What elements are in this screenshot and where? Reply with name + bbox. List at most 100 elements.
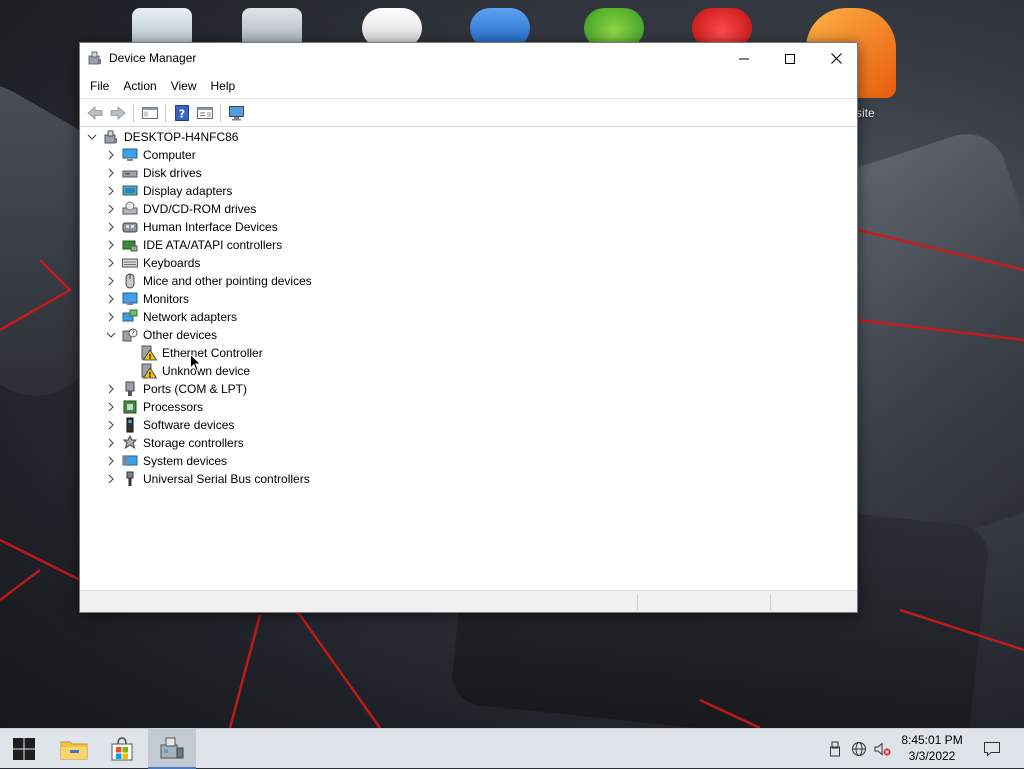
- tree-category[interactable]: System devices: [104, 452, 227, 470]
- chevron-right-icon[interactable]: [104, 290, 118, 308]
- tree-item-label: DESKTOP-H4NFC86: [124, 130, 239, 144]
- properties-button[interactable]: [193, 102, 216, 124]
- chevron-down-icon[interactable]: [85, 128, 99, 146]
- usb-tray-icon[interactable]: [826, 741, 844, 757]
- tree-category[interactable]: Monitors: [104, 290, 189, 308]
- network-adapter-icon: [122, 309, 138, 325]
- show-hide-console-tree-button[interactable]: [138, 102, 161, 124]
- device-manager-window: Device Manager File Action View Help ? D…: [79, 42, 858, 613]
- action-center-button[interactable]: [980, 737, 1004, 761]
- chevron-right-icon[interactable]: [104, 236, 118, 254]
- chevron-right-icon[interactable]: [104, 164, 118, 182]
- display-adapter-icon: [122, 183, 138, 199]
- chevron-right-icon[interactable]: [104, 380, 118, 398]
- chevron-right-icon[interactable]: [104, 182, 118, 200]
- scan-hardware-changes-button[interactable]: [225, 102, 248, 124]
- store-bag-icon: [111, 737, 133, 761]
- tree-category[interactable]: Human Interface Devices: [104, 218, 278, 236]
- back-button[interactable]: [83, 102, 106, 124]
- clock-time: 8:45:01 PM: [901, 733, 963, 747]
- tree-item-label: Monitors: [143, 292, 190, 306]
- tree-item-label: Software devices: [143, 418, 235, 432]
- maximize-button[interactable]: [767, 43, 813, 74]
- close-button[interactable]: [813, 43, 859, 74]
- warning-device-icon: !: [141, 363, 158, 379]
- menu-action[interactable]: Action: [116, 76, 163, 96]
- tree-category[interactable]: ? Other devices: [104, 326, 217, 344]
- tree-item-label: Ports (COM & LPT): [143, 382, 248, 396]
- start-button[interactable]: [0, 729, 48, 769]
- tree-item-label: Keyboards: [143, 256, 201, 270]
- toolbar: ?: [80, 98, 857, 127]
- usb-icon: [122, 471, 138, 487]
- chevron-right-icon[interactable]: [104, 470, 118, 488]
- tree-category[interactable]: Keyboards: [104, 254, 200, 272]
- tree-root-computer[interactable]: DESKTOP-H4NFC86: [85, 128, 238, 146]
- folder-icon: [60, 741, 88, 760]
- system-clock[interactable]: 8:45:01 PM 3/3/2022: [895, 732, 969, 764]
- chevron-right-icon[interactable]: [104, 398, 118, 416]
- tree-category[interactable]: Software devices: [104, 416, 234, 434]
- tree-category[interactable]: Display adapters: [104, 182, 232, 200]
- chevron-right-icon[interactable]: [104, 272, 118, 290]
- hid-icon: [122, 219, 138, 235]
- tree-item-label: Ethernet Controller: [162, 346, 263, 360]
- tree-item-label: Universal Serial Bus controllers: [143, 472, 310, 486]
- menu-file[interactable]: File: [83, 76, 116, 96]
- tree-category[interactable]: IDE ATA/ATAPI controllers: [104, 236, 282, 254]
- network-globe-tray-icon[interactable]: [850, 741, 868, 757]
- scan-hardware-icon: [228, 105, 244, 120]
- volume-muted-tray-icon[interactable]: [873, 741, 891, 757]
- tree-category[interactable]: Ports (COM & LPT): [104, 380, 247, 398]
- tree-item-label: Computer: [143, 148, 196, 162]
- chevron-right-icon[interactable]: [104, 218, 118, 236]
- tree-category[interactable]: Storage controllers: [104, 434, 244, 452]
- system-devices-icon: [122, 453, 138, 469]
- store-button[interactable]: [98, 729, 146, 769]
- chevron-right-icon[interactable]: [104, 416, 118, 434]
- ide-controller-icon: [122, 237, 138, 253]
- menu-bar: File Action View Help: [80, 74, 857, 98]
- tree-category[interactable]: Disk drives: [104, 164, 202, 182]
- clock-date: 3/3/2022: [908, 749, 956, 763]
- tree-category[interactable]: Universal Serial Bus controllers: [104, 470, 310, 488]
- file-explorer-button[interactable]: [50, 729, 98, 769]
- port-icon: [122, 381, 138, 397]
- chevron-right-icon[interactable]: [104, 452, 118, 470]
- tree-item-label: Human Interface Devices: [143, 220, 278, 234]
- taskbar: 8:45:01 PM 3/3/2022: [0, 728, 1024, 769]
- title-bar[interactable]: Device Manager: [80, 43, 857, 74]
- tree-item-label: Storage controllers: [143, 436, 244, 450]
- tree-category[interactable]: Processors: [104, 398, 203, 416]
- tree-item-label: Other devices: [143, 328, 218, 342]
- chevron-right-icon[interactable]: [104, 254, 118, 272]
- chevron-right-icon[interactable]: [104, 200, 118, 218]
- tree-category[interactable]: DVD/CD-ROM drives: [104, 200, 256, 218]
- chevron-right-icon[interactable]: [104, 308, 118, 326]
- chevron-right-icon[interactable]: [104, 146, 118, 164]
- minimize-button[interactable]: [721, 43, 767, 74]
- tree-category[interactable]: Network adapters: [104, 308, 237, 326]
- chevron-down-icon[interactable]: [104, 326, 118, 344]
- tree-item-label: System devices: [143, 454, 228, 468]
- tree-category[interactable]: Computer: [104, 146, 196, 164]
- forward-arrow-icon: [110, 105, 126, 120]
- help-button[interactable]: ?: [170, 102, 193, 124]
- tree-item-label: Disk drives: [143, 166, 202, 180]
- status-divider: [770, 594, 771, 610]
- software-device-icon: [122, 417, 138, 433]
- tree-item-label: DVD/CD-ROM drives: [143, 202, 257, 216]
- menu-view[interactable]: View: [164, 76, 204, 96]
- menu-help[interactable]: Help: [204, 76, 243, 96]
- svg-text:!: !: [148, 371, 151, 379]
- device-manager-taskbar-button[interactable]: [148, 729, 196, 769]
- forward-button[interactable]: [106, 102, 129, 124]
- chevron-right-icon[interactable]: [104, 434, 118, 452]
- tree-category[interactable]: Mice and other pointing devices: [104, 272, 312, 290]
- storage-controller-icon: [122, 434, 138, 451]
- toolbar-separator: [220, 103, 221, 122]
- dvd-drive-icon: [122, 201, 138, 217]
- windows-logo-icon: [13, 738, 35, 760]
- desktop-icon-label: site: [856, 106, 875, 120]
- mouse-cursor-icon: [190, 354, 202, 372]
